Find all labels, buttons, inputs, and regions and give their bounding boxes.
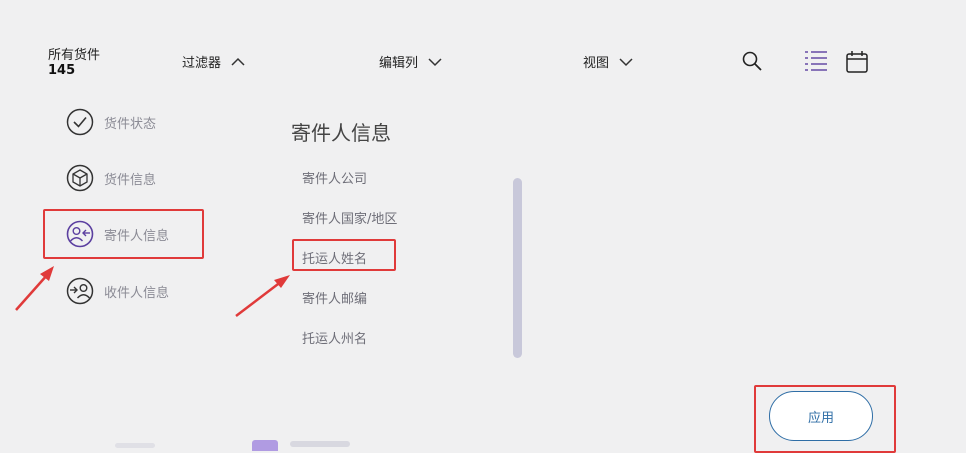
apply-button-label: 应用 xyxy=(807,410,834,426)
annotation-arrows xyxy=(15,266,290,317)
faded-swatch xyxy=(252,440,278,451)
apply-button[interactable]: 应用 xyxy=(769,391,873,441)
faded-content xyxy=(115,443,155,448)
faded-content xyxy=(290,441,350,447)
